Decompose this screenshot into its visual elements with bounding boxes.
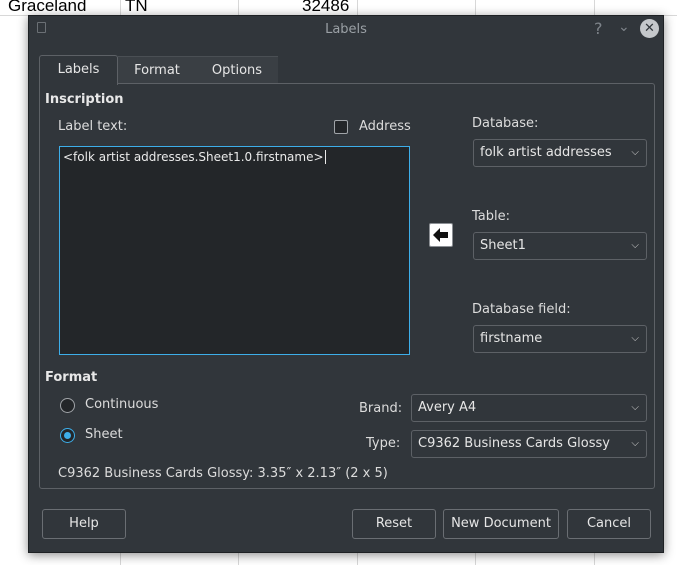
address-label[interactable]: Address	[359, 119, 411, 134]
chevron-down-icon: ⌵	[631, 333, 639, 344]
sheet-radio[interactable]	[60, 428, 75, 443]
table-caption: Table:	[472, 209, 510, 224]
tab-options[interactable]: Options	[196, 56, 278, 83]
tab-labels[interactable]: Labels	[39, 55, 118, 85]
chevron-down-icon: ⌵	[631, 147, 639, 158]
continuous-label[interactable]: Continuous	[85, 397, 158, 412]
brand-select[interactable]: Avery A4 ⌵	[411, 394, 647, 422]
database-field-caption: Database field:	[472, 302, 571, 317]
chevron-down-icon[interactable]: ⌄	[618, 19, 630, 35]
cancel-button[interactable]: Cancel	[567, 509, 651, 539]
database-select[interactable]: folk artist addresses ⌵	[473, 139, 647, 167]
new-document-button[interactable]: New Document	[443, 509, 559, 539]
reset-button[interactable]: Reset	[352, 509, 436, 539]
database-value: folk artist addresses	[480, 145, 612, 160]
type-select[interactable]: C9362 Business Cards Glossy ⌵	[411, 430, 647, 458]
label-text-value: <folk artist addresses.Sheet1.0.firstnam…	[63, 150, 324, 164]
tab-format[interactable]: Format	[118, 56, 196, 83]
table-select[interactable]: Sheet1 ⌵	[473, 232, 647, 260]
continuous-radio[interactable]	[60, 398, 75, 413]
type-value: C9362 Business Cards Glossy	[418, 436, 610, 451]
address-checkbox[interactable]	[334, 120, 348, 134]
database-caption: Database:	[472, 116, 539, 131]
cell-state[interactable]: TN	[125, 0, 148, 16]
chevron-down-icon: ⌵	[631, 438, 639, 449]
format-heading: Format	[45, 370, 98, 385]
cell-zip[interactable]: 32486	[302, 0, 349, 16]
chevron-down-icon: ⌵	[631, 240, 639, 251]
text-caret	[324, 150, 326, 164]
label-text-input[interactable]: <folk artist addresses.Sheet1.0.firstnam…	[59, 146, 410, 355]
insert-field-button[interactable]	[429, 223, 453, 247]
title-bar[interactable]: Labels ? ⌄ ✕	[29, 16, 663, 44]
type-caption: Type:	[366, 436, 401, 451]
brand-value: Avery A4	[418, 400, 477, 415]
label-text-caption: Label text:	[58, 119, 128, 134]
sheet-label[interactable]: Sheet	[85, 427, 123, 442]
question-mark-icon[interactable]: ?	[594, 19, 603, 38]
inscription-heading: Inscription	[45, 92, 124, 107]
database-field-select[interactable]: firstname ⌵	[473, 325, 647, 353]
cell-city[interactable]: Graceland	[8, 0, 86, 16]
brand-caption: Brand:	[359, 401, 403, 416]
table-value: Sheet1	[480, 238, 526, 253]
chevron-down-icon: ⌵	[631, 402, 639, 413]
labels-dialog: Labels ? ⌄ ✕ Labels Format Options Inscr…	[28, 15, 664, 553]
help-button[interactable]: Help	[42, 509, 126, 539]
format-description: C9362 Business Cards Glossy: 3.35″ x 2.1…	[58, 466, 388, 481]
arrow-left-icon	[433, 228, 448, 242]
close-icon[interactable]: ✕	[640, 19, 659, 38]
window-title: Labels	[325, 22, 367, 37]
database-field-value: firstname	[480, 331, 543, 346]
